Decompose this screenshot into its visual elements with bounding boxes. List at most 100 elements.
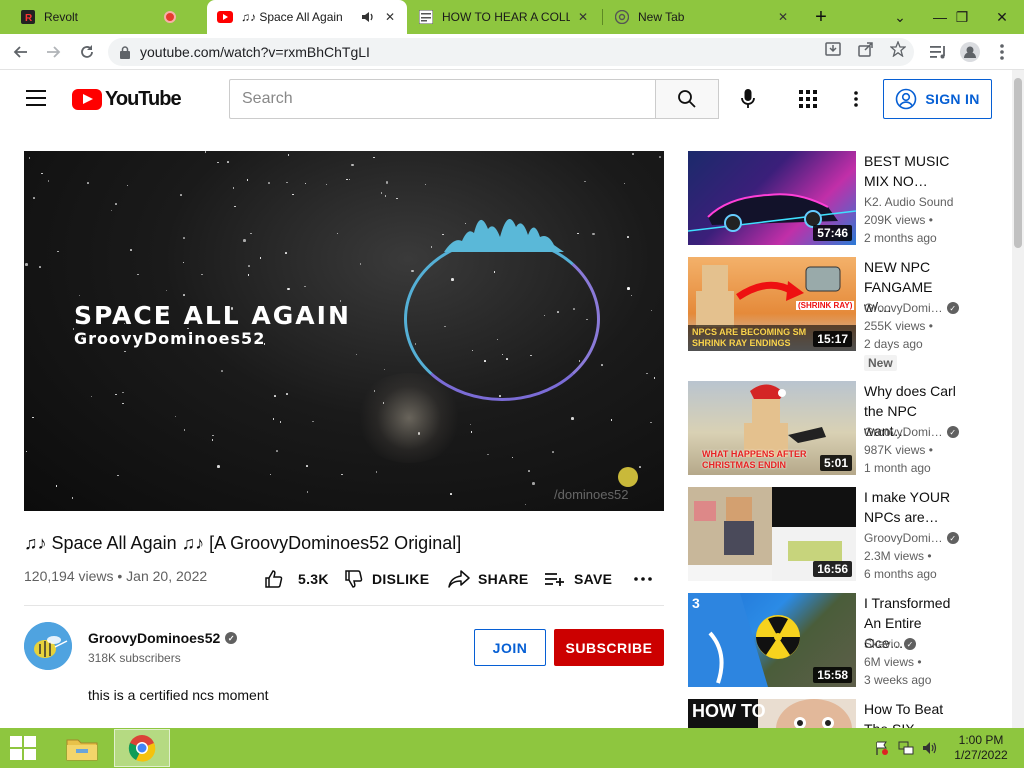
star: [511, 456, 514, 459]
volume-icon[interactable]: [922, 740, 938, 756]
recommended-video[interactable]: WHAT HAPPENS AFTER CHRISTMAS ENDIN 5:01 …: [688, 381, 1004, 481]
video-channel[interactable]: GroovyDomi… ✓: [864, 531, 959, 545]
star: [396, 197, 398, 200]
star: [182, 261, 185, 264]
settings-more-button[interactable]: [838, 81, 874, 117]
hamburger-menu-icon[interactable]: [26, 90, 46, 106]
search-button[interactable]: [655, 79, 719, 119]
profile-avatar-icon[interactable]: [958, 40, 982, 64]
recommended-video[interactable]: 57:46 BEST MUSIC MIX NO… K2. Audio Sound…: [688, 151, 1004, 251]
recommended-video[interactable]: 3 15:58 I Transformed An Entire Oce… Ska…: [688, 593, 1004, 693]
channel-avatar[interactable]: [24, 622, 72, 670]
video-duration: 16:56: [813, 561, 852, 577]
video-title[interactable]: BEST MUSIC MIX NO…: [864, 151, 964, 191]
star: [247, 274, 250, 276]
install-icon[interactable]: [824, 40, 842, 58]
microphone-icon: [741, 89, 755, 108]
share-label: SHARE: [478, 571, 529, 587]
like-button[interactable]: 5.3K: [264, 566, 329, 592]
chrome-taskbar-icon[interactable]: [114, 729, 170, 767]
video-thumbnail[interactable]: 16:56: [688, 487, 856, 581]
video-title[interactable]: I make YOUR NPCs are…: [864, 487, 964, 527]
reload-button[interactable]: [74, 39, 100, 65]
restore-icon[interactable]: ❐: [940, 0, 984, 34]
video-thumbnail[interactable]: 3 15:58: [688, 593, 856, 687]
video-thumbnail[interactable]: (SHRINK RAY) NPCS ARE BECOMING SM SHRINK…: [688, 257, 856, 351]
more-actions-button[interactable]: [634, 566, 652, 592]
youtube-logo[interactable]: YouTube: [72, 88, 182, 111]
voice-search-button[interactable]: [730, 81, 766, 117]
star: [122, 402, 124, 405]
star: [286, 181, 288, 184]
video-player[interactable]: SPACE ALL AGAIN GroovyDominoes52 /domino…: [24, 151, 664, 511]
star: [217, 161, 219, 163]
action-center-flag-icon[interactable]: [874, 740, 890, 756]
close-icon[interactable]: ✕: [385, 10, 395, 24]
speaker-icon[interactable]: [361, 10, 375, 27]
star: [180, 194, 182, 196]
share-button[interactable]: SHARE: [448, 566, 529, 592]
forward-button[interactable]: [40, 39, 66, 65]
video-thumbnail[interactable]: 57:46: [688, 151, 856, 245]
lock-icon[interactable]: [120, 45, 130, 59]
recommended-video[interactable]: (SHRINK RAY) NPCS ARE BECOMING SM SHRINK…: [688, 257, 1004, 371]
share-icon[interactable]: [857, 40, 875, 58]
verified-check-icon: ✓: [225, 632, 238, 644]
apps-grid-button[interactable]: [790, 81, 826, 117]
video-thumbnail[interactable]: HOW TO: [688, 699, 856, 728]
dislike-button[interactable]: DISLIKE: [344, 566, 429, 592]
star: [124, 350, 126, 352]
star: [272, 418, 275, 420]
recommended-video[interactable]: 16:56 I make YOUR NPCs are… GroovyDomi… ✓…: [688, 487, 1004, 587]
browser-menu-icon[interactable]: [990, 40, 1014, 64]
star: [384, 195, 387, 197]
video-title: ♫♪ Space All Again ♫♪ [A GroovyDominoes5…: [24, 533, 462, 553]
windows-start-icon[interactable]: [10, 736, 38, 760]
youtube-logo-text: YouTube: [105, 88, 182, 110]
search-input[interactable]: Search: [229, 79, 656, 119]
page-scrollbar[interactable]: [1012, 70, 1024, 728]
tab-doc[interactable]: HOW TO HEAR A COLLA ✕: [408, 0, 600, 34]
tab-search-icon[interactable]: ⌄: [878, 0, 922, 34]
verified-check-icon: ✓: [946, 302, 959, 314]
video-thumbnail[interactable]: WHAT HAPPENS AFTER CHRISTMAS ENDIN 5:01: [688, 381, 856, 475]
video-title[interactable]: How To Beat The SIX METE…: [864, 699, 964, 728]
video-channel[interactable]: Skavio ✓: [864, 637, 917, 651]
close-icon[interactable]: ✕: [778, 10, 788, 24]
star: [306, 465, 308, 467]
close-icon[interactable]: ✕: [578, 10, 588, 24]
system-clock[interactable]: 1:00 PM 1/27/2022: [950, 733, 1012, 763]
star: [28, 157, 31, 159]
scrollbar-thumb[interactable]: [1014, 78, 1022, 248]
video-views: 987K views •: [864, 443, 933, 457]
channel-name[interactable]: GroovyDominoes52 ✓: [88, 630, 238, 646]
tab-revolt[interactable]: R Revolt: [8, 0, 206, 34]
close-window-icon[interactable]: ✕: [980, 0, 1024, 34]
thumb-number: 3: [692, 595, 700, 611]
video-channel[interactable]: K2. Audio Sound: [864, 195, 953, 209]
save-button[interactable]: SAVE: [544, 566, 612, 592]
sign-in-button[interactable]: SIGN IN: [883, 79, 992, 119]
video-channel[interactable]: GroovyDomi… ✓: [864, 425, 959, 439]
star: [25, 263, 28, 266]
star: [304, 285, 306, 288]
new-tab-button[interactable]: +: [810, 6, 832, 28]
back-button[interactable]: [8, 39, 34, 65]
address-bar[interactable]: youtube.com/watch?v=rxmBhChTgLI: [108, 38, 914, 66]
file-explorer-icon[interactable]: [54, 729, 110, 767]
recommended-video[interactable]: HOW TO How To Beat The SIX METE…: [688, 699, 1004, 728]
star: [373, 156, 375, 159]
star: [115, 393, 117, 396]
join-button[interactable]: JOIN: [474, 629, 546, 666]
media-control-icon[interactable]: [926, 40, 950, 64]
subscribe-button[interactable]: SUBSCRIBE: [554, 629, 664, 666]
network-icon[interactable]: [898, 740, 914, 756]
star: [632, 153, 634, 155]
bookmark-star-icon[interactable]: [889, 40, 907, 58]
video-view-date: 120,194 views • Jan 20, 2022: [24, 568, 208, 584]
recording-icon: [164, 11, 176, 23]
video-channel[interactable]: GroovyDomi… ✓: [864, 301, 959, 315]
tab-new-tab[interactable]: New Tab ✕: [604, 0, 800, 34]
tab-youtube[interactable]: ♫♪ Space All Again ✕: [207, 0, 407, 34]
star: [221, 370, 223, 372]
